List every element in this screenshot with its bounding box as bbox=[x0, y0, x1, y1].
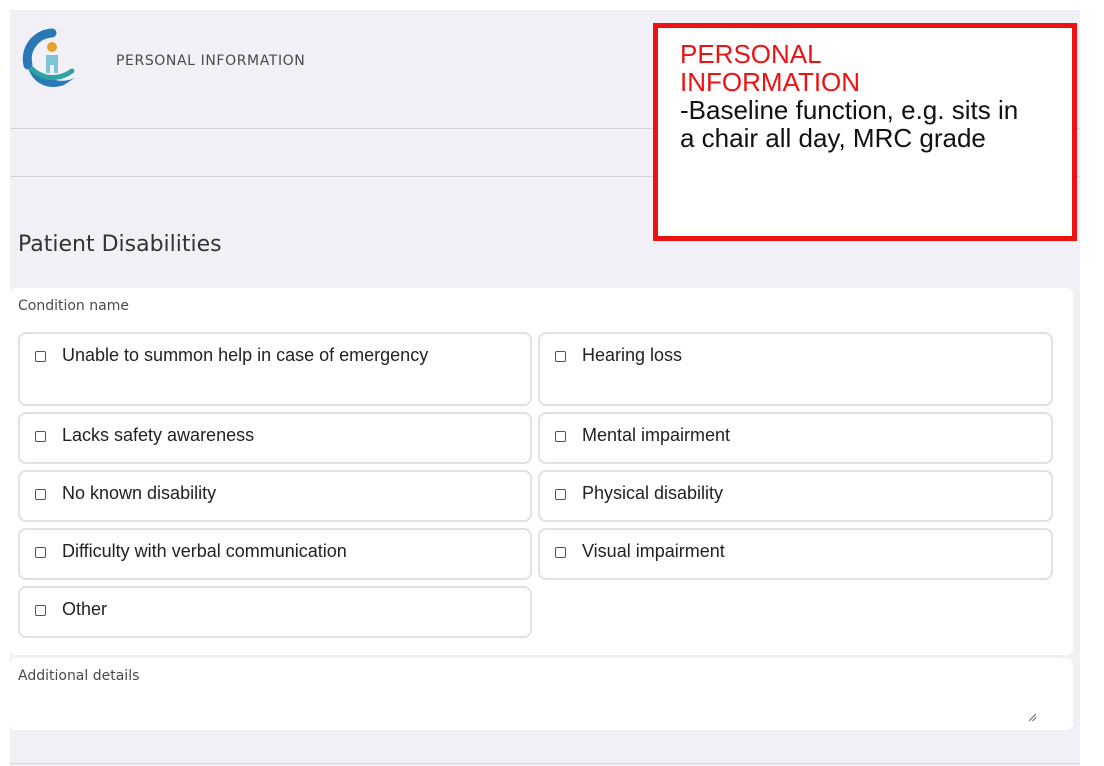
option-label: Difficulty with verbal communication bbox=[62, 541, 347, 561]
option-mental-impairment[interactable]: Mental impairment bbox=[538, 412, 1053, 464]
checkbox[interactable] bbox=[35, 547, 46, 558]
additional-details-field: Additional details bbox=[10, 658, 1073, 732]
section-title: Patient Disabilities bbox=[18, 232, 222, 257]
option-difficulty-verbal-communication[interactable]: Difficulty with verbal communication bbox=[18, 528, 532, 580]
checkbox[interactable] bbox=[555, 431, 566, 442]
option-label: Hearing loss bbox=[582, 345, 683, 365]
checkbox[interactable] bbox=[35, 351, 46, 362]
option-physical-disability[interactable]: Physical disability bbox=[538, 470, 1053, 522]
resize-handle-icon[interactable] bbox=[1027, 712, 1037, 722]
person-in-hand-icon bbox=[22, 28, 76, 87]
annotation-callout: PERSONAL INFORMATION -Baseline function,… bbox=[653, 23, 1077, 241]
option-label: Visual impairment bbox=[582, 541, 725, 561]
additional-details-label: Additional details bbox=[18, 668, 140, 684]
option-lacks-safety-awareness[interactable]: Lacks safety awareness bbox=[18, 412, 532, 464]
option-label: Unable to summon help in case of emergen… bbox=[62, 345, 429, 365]
option-visual-impairment[interactable]: Visual impairment bbox=[538, 528, 1053, 580]
header-title: PERSONAL INFORMATION bbox=[116, 53, 306, 69]
callout-body: -Baseline function, e.g. sits in a chair… bbox=[680, 95, 1019, 153]
checkbox[interactable] bbox=[555, 489, 566, 500]
option-label: Mental impairment bbox=[582, 425, 731, 445]
option-other[interactable]: Other bbox=[18, 586, 532, 638]
callout-title: PERSONAL INFORMATION bbox=[680, 39, 861, 97]
option-label: Lacks safety awareness bbox=[62, 425, 255, 445]
condition-card: Condition name Unable to summon help in … bbox=[10, 288, 1073, 655]
checkbox[interactable] bbox=[35, 605, 46, 616]
option-hearing-loss[interactable]: Hearing loss bbox=[538, 332, 1053, 406]
bottom-divider bbox=[10, 763, 1080, 764]
checkbox[interactable] bbox=[555, 547, 566, 558]
additional-details-input[interactable] bbox=[10, 688, 1054, 732]
checkbox[interactable] bbox=[35, 489, 46, 500]
checkbox[interactable] bbox=[35, 431, 46, 442]
condition-name-label: Condition name bbox=[18, 298, 129, 314]
option-unable-to-summon-help[interactable]: Unable to summon help in case of emergen… bbox=[18, 332, 532, 406]
option-label: Physical disability bbox=[582, 483, 724, 503]
option-no-known-disability[interactable]: No known disability bbox=[18, 470, 532, 522]
option-label: Other bbox=[62, 599, 108, 619]
option-label: No known disability bbox=[62, 483, 217, 503]
checkbox[interactable] bbox=[555, 351, 566, 362]
